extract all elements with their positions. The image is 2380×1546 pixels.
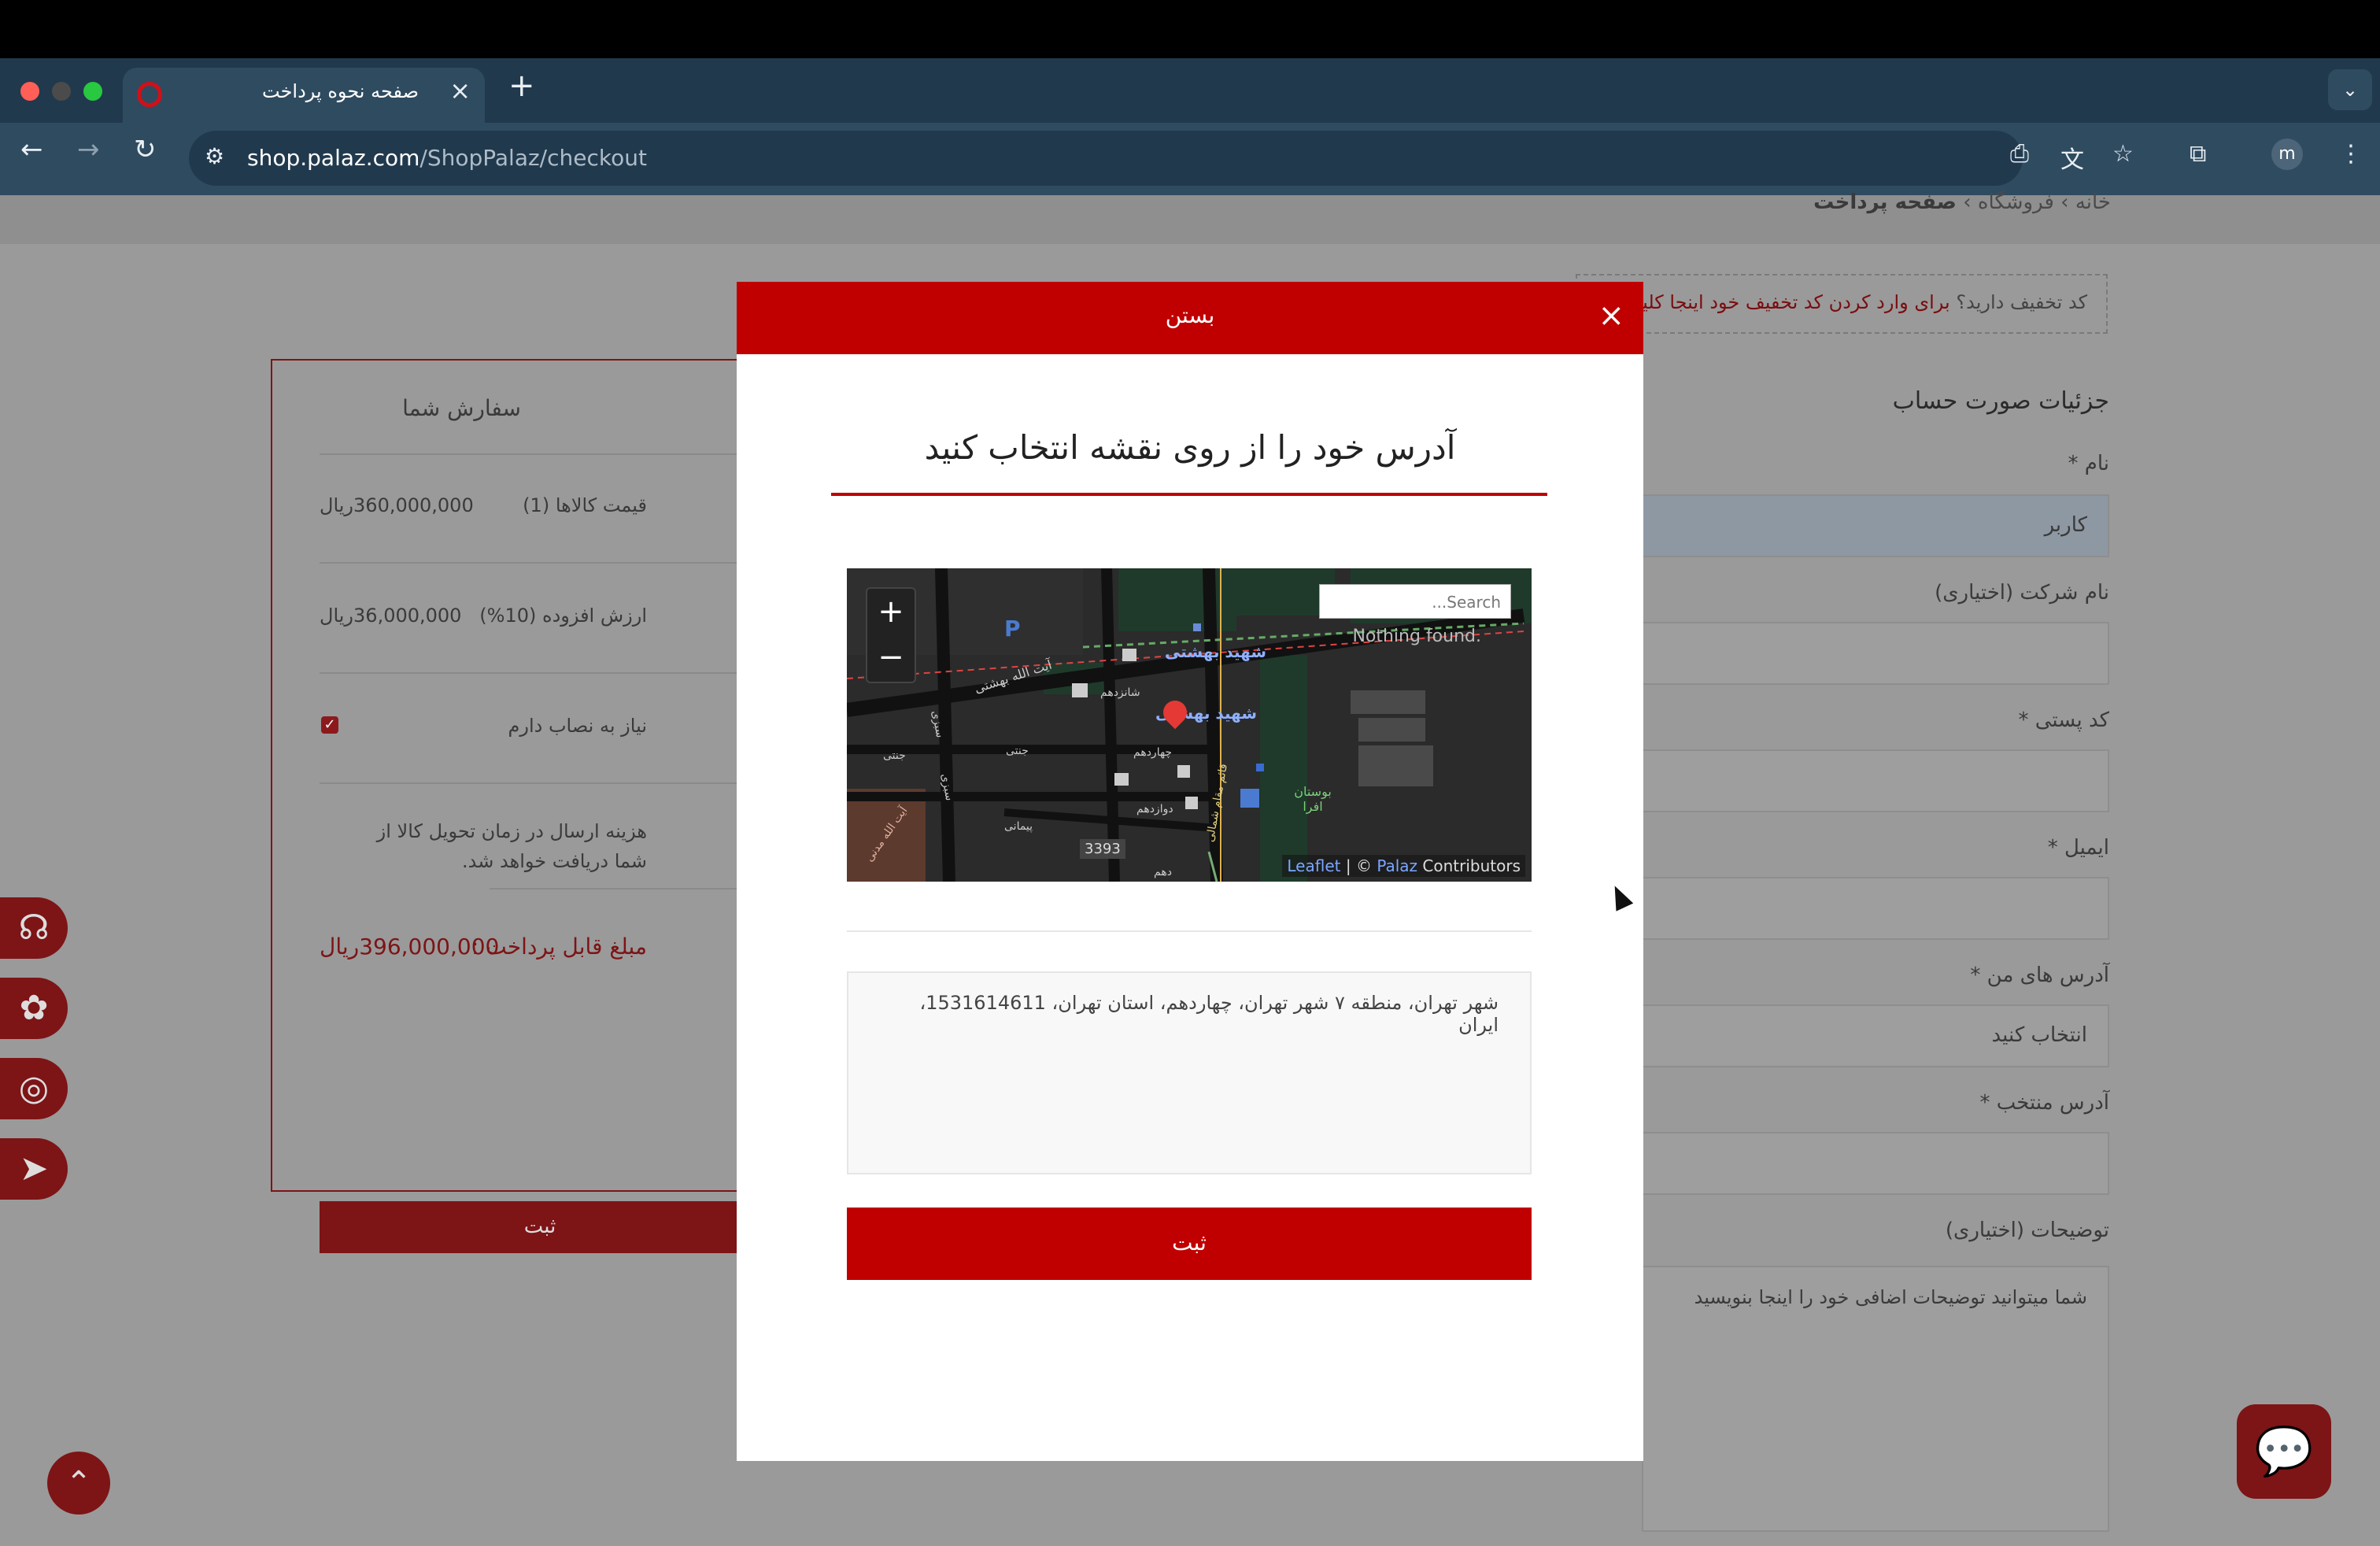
company-label: نام شرکت (اختیاری) <box>1935 581 2109 605</box>
installer-label: نیاز به نصاب دارم <box>508 715 647 737</box>
instagram-icon[interactable]: ◎ <box>0 1058 68 1119</box>
shipping-note-line1: هزینه ارسال در زمان تحویل کالا از <box>376 820 647 842</box>
coupon-link[interactable]: برای وارد کردن کد تخفیف خود اینجا کلیک ک… <box>1589 291 1949 313</box>
map-label: شانزدهم <box>1100 686 1140 699</box>
map-search-result: Nothing found. <box>1352 627 1481 646</box>
map-attribution: Leaflet | © Palaz Contributors <box>1282 855 1525 877</box>
translate-icon[interactable]: 文 <box>2060 140 2084 175</box>
map-label: P <box>1004 616 1021 642</box>
support-headset-icon[interactable]: ☊ <box>0 897 68 959</box>
breadcrumb-current: صفحه پرداخت <box>1813 190 1957 214</box>
zoom-control: + − <box>866 587 916 683</box>
company-input[interactable] <box>1642 622 2109 685</box>
close-window-button[interactable] <box>20 82 39 101</box>
my-addresses-label: آدرس های من * <box>1970 963 2109 987</box>
reload-icon[interactable]: ↻ <box>134 134 157 165</box>
order-row-value: 360,000,000ریال <box>320 494 474 516</box>
install-app-icon[interactable]: ⎙ <box>2010 140 2029 168</box>
map-search-input[interactable]: Search... <box>1319 584 1511 619</box>
tab-list-icon[interactable]: ⌄ <box>2328 69 2372 110</box>
coupon-notice: کد تخفیف دارید؟ برای وارد کردن کد تخفیف … <box>1576 274 2108 334</box>
order-row-label: ارزش افزوده (10%) <box>479 605 647 627</box>
order-row-label: قیمت کالاها (1) <box>523 494 647 516</box>
map-view[interactable]: شهید بهشتی شهید بهشتی آیت الله بهشتی شان… <box>847 568 1532 882</box>
selected-address-label: آدرس منتخب * <box>1979 1091 2109 1115</box>
address-textarea[interactable]: شهر تهران، منطقه ۷ شهر تهران، چهاردهم، ا… <box>847 971 1532 1174</box>
modal-title: آدرس خود را از روی نقشه انتخاب کنید <box>924 428 1456 467</box>
site-info-icon[interactable]: ⚙ <box>205 143 224 169</box>
url-text: shop.palaz.com/ShopPalaz/checkout <box>247 145 647 171</box>
order-submit-button[interactable]: ثبت <box>320 1201 760 1253</box>
new-tab-icon[interactable]: + <box>508 68 535 104</box>
map-label: شهید بهشتی <box>1165 642 1267 661</box>
map-label: 3393 <box>1080 839 1125 859</box>
breadcrumb: خانه › فروشگاه › صفحه پرداخت <box>1813 190 2111 214</box>
notes-textarea[interactable]: شما میتوانید توضیحات اضافی خود را اینجا … <box>1642 1266 2109 1532</box>
forward-icon[interactable]: → <box>77 134 100 165</box>
coupon-question: کد تخفیف دارید؟ <box>1956 291 2087 313</box>
address-bar[interactable]: ⚙ shop.palaz.com/ShopPalaz/checkout <box>189 131 2023 186</box>
postal-code-label: کد پستی * <box>2018 708 2109 732</box>
order-row-value: 36,000,000ریال <box>320 605 462 627</box>
map-label: جنتی <box>1006 745 1029 757</box>
map-label: پیمانی <box>1004 820 1033 833</box>
notes-label: توضیحات (اختیاری) <box>1945 1219 2109 1242</box>
my-addresses-select[interactable]: انتخاب کنید <box>1642 1004 2109 1067</box>
title-underline <box>831 493 1547 496</box>
installer-checkbox[interactable]: ✓ <box>321 716 338 734</box>
chat-widget-icon[interactable]: 💬 <box>2237 1404 2331 1499</box>
total-value: 396,000,000ریال <box>320 934 500 960</box>
profile-avatar[interactable]: m <box>2271 139 2303 170</box>
email-label: ایمیل * <box>2047 836 2109 860</box>
browser-tab[interactable]: صفحه نحوه پرداخت × <box>123 68 485 123</box>
telegram-icon[interactable]: ➤ <box>0 1138 68 1200</box>
scroll-to-top-icon[interactable]: ⌃ <box>47 1452 110 1515</box>
map-label: جنتی <box>883 749 906 762</box>
zoom-out-button[interactable]: − <box>867 634 915 680</box>
breadcrumb-separator: › <box>2060 190 2069 214</box>
email-input[interactable] <box>1642 877 2109 940</box>
modal-close-text[interactable]: بستن <box>737 302 1643 328</box>
minimize-window-button[interactable] <box>52 82 71 101</box>
attribution-separator: | © <box>1345 856 1372 875</box>
modal-divider <box>847 930 1532 932</box>
map-label: بوستان افرا <box>1294 784 1332 814</box>
breadcrumb-home[interactable]: خانه <box>2075 190 2111 214</box>
map-label: دوازدهم <box>1136 803 1173 816</box>
palaz-favicon-icon <box>137 82 162 107</box>
breadcrumb-bar: خانه › فروشگاه › صفحه پرداخت <box>0 190 2380 244</box>
zoom-in-button[interactable]: + <box>867 589 915 634</box>
tab-close-icon[interactable]: × <box>449 76 471 105</box>
submit-address-button[interactable]: ثبت <box>847 1208 1532 1280</box>
aparat-icon[interactable]: ✿ <box>0 978 68 1039</box>
maximize-window-button[interactable] <box>83 82 102 101</box>
menu-kebab-icon[interactable]: ⋮ <box>2339 140 2363 168</box>
extensions-icon[interactable]: ⧉ <box>2190 140 2206 168</box>
tab-title: صفحه نحوه پرداخت <box>262 80 419 102</box>
name-input[interactable]: کاربر <box>1642 494 2109 557</box>
shipping-note-line2: شما دریافت خواهد شد. <box>462 850 647 872</box>
attribution-contributors: Contributors <box>1422 856 1521 875</box>
postal-code-input[interactable] <box>1642 749 2109 812</box>
name-label: نام * <box>2068 452 2109 475</box>
mac-menubar <box>0 0 2380 58</box>
selected-address-input[interactable] <box>1642 1132 2109 1195</box>
modal-header[interactable]: بستن × <box>737 282 1643 354</box>
breadcrumb-shop[interactable]: فروشگاه <box>1978 190 2054 214</box>
palaz-link[interactable]: Palaz <box>1377 856 1417 875</box>
order-title: سفارش شما <box>402 395 521 421</box>
bookmark-star-icon[interactable]: ☆ <box>2112 140 2134 168</box>
billing-title: جزئیات صورت حساب <box>1892 387 2109 415</box>
address-map-modal: بستن × آدرس خود را از روی نقشه انتخاب کن… <box>737 282 1643 1461</box>
back-icon[interactable]: ← <box>20 134 43 165</box>
leaflet-link[interactable]: Leaflet <box>1287 856 1340 875</box>
close-icon[interactable]: × <box>1598 298 1624 334</box>
map-label: چهاردهم <box>1133 746 1173 759</box>
breadcrumb-separator: › <box>1963 190 1972 214</box>
map-label: دهم <box>1154 866 1172 878</box>
